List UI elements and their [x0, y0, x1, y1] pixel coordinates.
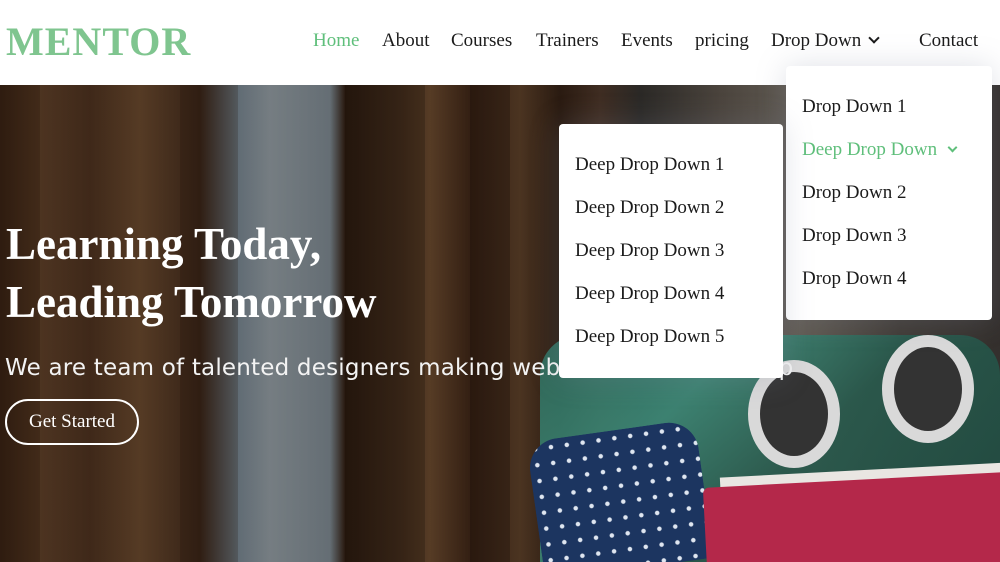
dropdown-item-3[interactable]: Drop Down 3: [802, 225, 907, 247]
nav-about[interactable]: About: [382, 30, 430, 52]
deep-dropdown-item-1[interactable]: Deep Drop Down 1: [575, 154, 724, 176]
hero-title: Learning Today, Leading Tomorrow: [6, 215, 376, 331]
hero-background-plank: [470, 85, 510, 562]
main-nav: Home About Courses Trainers Events prici…: [0, 30, 1000, 54]
chevron-down-icon: [868, 32, 880, 44]
book-image: [702, 472, 1000, 562]
deep-dropdown-item-4[interactable]: Deep Drop Down 4: [575, 283, 724, 305]
nav-events[interactable]: Events: [621, 30, 673, 52]
dropdown-item-deep[interactable]: Deep Drop Down: [802, 139, 958, 161]
dropdown-item-deep-label: Deep Drop Down: [802, 139, 938, 160]
hero-title-line: Learning Today,: [6, 219, 322, 269]
deep-dropdown-item-2[interactable]: Deep Drop Down 2: [575, 197, 724, 219]
chevron-down-icon: [947, 142, 958, 153]
nav-courses[interactable]: Courses: [451, 30, 512, 52]
deep-dropdown-item-5[interactable]: Deep Drop Down 5: [575, 326, 724, 348]
dropdown-menu: Drop Down 1 Deep Drop Down Drop Down 2 D…: [786, 66, 992, 320]
hero-title-line: Leading Tomorrow: [6, 277, 377, 327]
nav-home[interactable]: Home: [313, 30, 359, 52]
headphones-image: [882, 335, 974, 443]
nav-contact[interactable]: Contact: [919, 30, 978, 52]
dropdown-item-2[interactable]: Drop Down 2: [802, 182, 907, 204]
nav-trainers[interactable]: Trainers: [536, 30, 599, 52]
nav-pricing[interactable]: pricing: [695, 30, 749, 52]
backpack-image: [526, 418, 714, 562]
deep-dropdown-menu: Deep Drop Down 1 Deep Drop Down 2 Deep D…: [559, 124, 783, 378]
nav-dropdown-label: Drop Down: [771, 30, 862, 51]
get-started-button[interactable]: Get Started: [5, 399, 139, 445]
dropdown-item-4[interactable]: Drop Down 4: [802, 268, 907, 290]
nav-dropdown[interactable]: Drop Down: [771, 30, 880, 52]
deep-dropdown-item-3[interactable]: Deep Drop Down 3: [575, 240, 724, 262]
dropdown-item-1[interactable]: Drop Down 1: [802, 96, 907, 118]
